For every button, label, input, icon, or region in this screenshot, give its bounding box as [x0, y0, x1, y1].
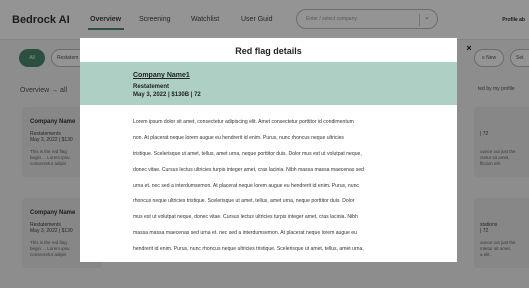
description-line: Lorem ipsum dolor sit amet, consectetur … — [133, 119, 354, 125]
red-flag-category: Restatement — [133, 84, 170, 90]
description-line: rhoncus neque ultricies tristique. Scele… — [133, 198, 355, 205]
red-flag-meta: May 3, 2022 | $130B | 72 — [133, 92, 201, 98]
company-header-band: Company Name1 Restatement May 3, 2022 | … — [80, 62, 457, 105]
description-line: tristique. Scelerisque ut amet, tellus, … — [133, 150, 362, 157]
modal-title: Red flag details — [235, 46, 302, 56]
company-name-link[interactable]: Company Name1 — [133, 72, 190, 79]
close-icon[interactable]: × — [463, 42, 475, 54]
description-line: non. At placerat neque lorem augue eu he… — [133, 134, 344, 141]
description-line: mus est ut volutpat neque, donec vitae. … — [133, 214, 358, 221]
description-line: urna et. nec sed a interdumsemon. At pla… — [133, 182, 359, 189]
description-line: donec vitae. Cursus lectus ultricies tur… — [133, 166, 365, 173]
red-flag-details-modal: Red flag details × Company Name1 Restate… — [80, 38, 472, 262]
description-line: hendrerit id enim. Purus, nunc rhoncus n… — [133, 246, 364, 253]
red-flag-description: Lorem ipsum dolor sit amet, consectetur … — [133, 115, 443, 258]
description-line: massa massa maecenas sed urna et. nec se… — [133, 230, 357, 237]
